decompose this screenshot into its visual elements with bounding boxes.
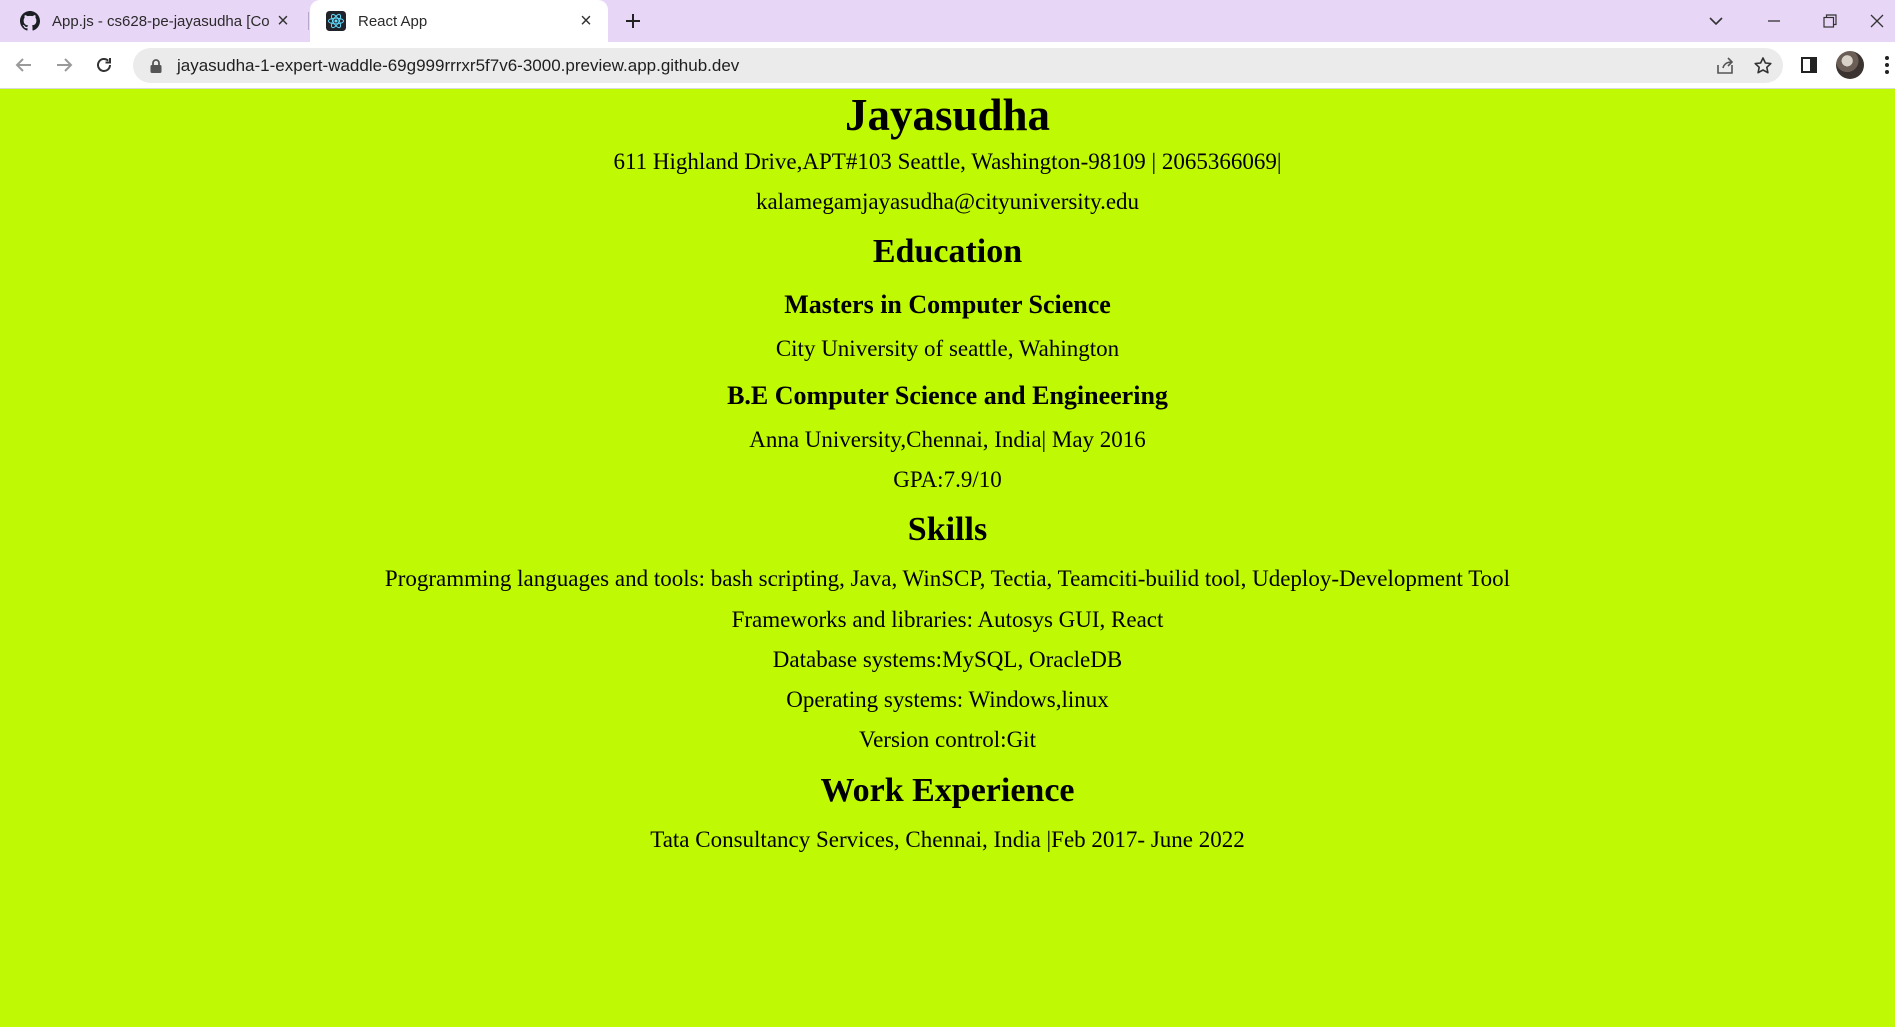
url-text[interactable]: jayasudha-1-expert-waddle-69g999rrrxr5f7…: [177, 56, 739, 76]
degree-title: Masters in Computer Science: [784, 290, 1111, 319]
lock-icon: [149, 57, 165, 75]
close-icon: [1870, 14, 1883, 28]
work-experience-heading: Work Experience: [820, 772, 1075, 809]
tab-react-app[interactable]: React App ×: [310, 0, 608, 42]
restore-icon: [1823, 14, 1837, 28]
skill-item: Frameworks and libraries: Autosys GUI, R…: [731, 607, 1164, 632]
skill-item: Database systems:MySQL, OracleDB: [772, 647, 1123, 672]
skills-heading: Skills: [907, 511, 988, 548]
close-tab-icon[interactable]: ×: [273, 10, 293, 32]
chevron-down-icon: [1709, 17, 1723, 26]
degree-details: City University of seattle, Wahington: [775, 336, 1120, 361]
tab-github-app-js[interactable]: App.js - cs628-pe-jayasudha [Co ×: [0, 0, 305, 42]
address-bar[interactable]: jayasudha-1-expert-waddle-69g999rrrxr5f7…: [133, 48, 1783, 83]
work-item: Tata Consultancy Services, Chennai, Indi…: [650, 827, 1245, 852]
degree-details: Anna University,Chennai, India| May 2016: [749, 427, 1146, 452]
resume-page: Jayasudha 611 Highland Drive,APT#103 Sea…: [0, 89, 1895, 1027]
github-icon: [20, 11, 40, 31]
browser-toolbar: jayasudha-1-expert-waddle-69g999rrrxr5f7…: [0, 42, 1895, 89]
restore-button[interactable]: [1803, 0, 1857, 42]
share-icon[interactable]: [1713, 55, 1737, 77]
page-title: Jayasudha: [844, 90, 1051, 140]
minimize-button[interactable]: [1747, 0, 1801, 42]
arrow-right-icon: [57, 58, 73, 72]
minimize-icon: [1768, 20, 1780, 22]
contact-address: 611 Highland Drive,APT#103 Seattle, Wash…: [613, 149, 1282, 174]
reload-button[interactable]: [89, 50, 119, 80]
plus-icon: [626, 14, 640, 28]
skill-item: Programming languages and tools: bash sc…: [384, 566, 1511, 591]
tab-search-button[interactable]: [1689, 0, 1743, 42]
skill-item: Operating systems: Windows,linux: [786, 687, 1109, 712]
skill-item: Version control:Git: [859, 727, 1036, 752]
arrow-left-icon: [15, 58, 31, 72]
back-button[interactable]: [9, 50, 39, 80]
side-panel-icon: [1801, 57, 1817, 73]
kebab-menu-icon: [1884, 56, 1889, 74]
reload-icon: [97, 58, 111, 72]
contact-email: kalamegamjayasudha@cityuniversity.edu: [755, 189, 1140, 214]
degree-gpa: GPA:7.9/10: [893, 467, 1002, 492]
close-window-button[interactable]: [1858, 0, 1895, 42]
profile-button[interactable]: [1835, 50, 1865, 80]
tab-divider: [308, 12, 309, 30]
tab-strip: App.js - cs628-pe-jayasudha [Co × React …: [0, 0, 1895, 42]
new-tab-button[interactable]: [618, 6, 648, 36]
react-icon: [326, 11, 346, 31]
tab-title: React App: [358, 12, 428, 30]
avatar: [1836, 51, 1864, 79]
degree-title: B.E Computer Science and Engineering: [727, 381, 1168, 410]
forward-button[interactable]: [49, 50, 79, 80]
menu-button[interactable]: [1878, 50, 1895, 80]
side-panel-button[interactable]: [1794, 50, 1824, 80]
bookmark-star-icon[interactable]: [1751, 55, 1775, 77]
tab-title: App.js - cs628-pe-jayasudha [Co: [52, 12, 270, 30]
education-heading: Education: [872, 233, 1023, 270]
close-tab-icon[interactable]: ×: [576, 10, 596, 32]
